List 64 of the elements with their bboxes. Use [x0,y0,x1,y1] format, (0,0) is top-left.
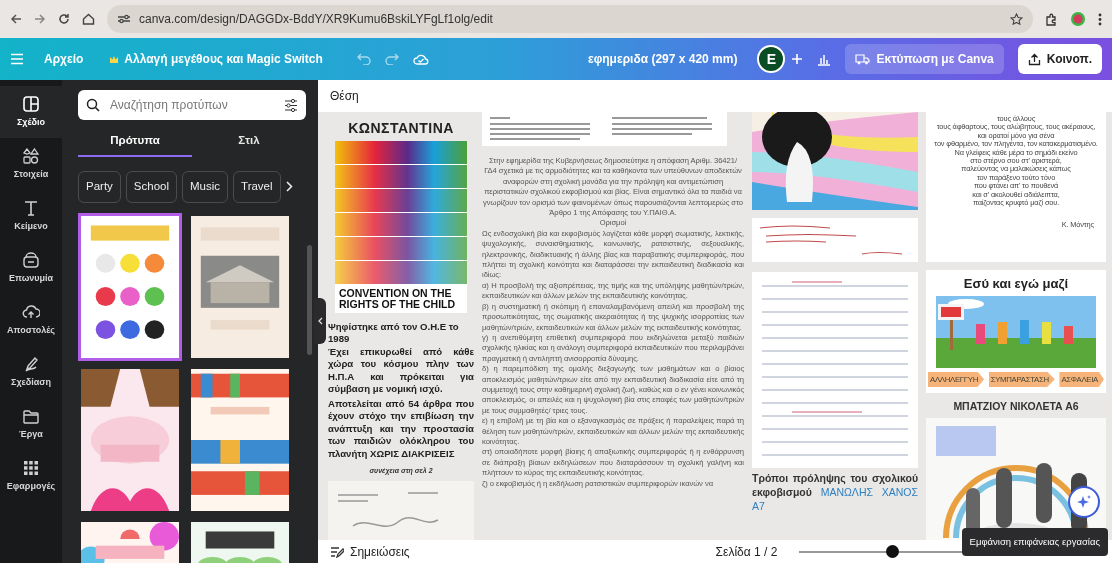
tooltip: Εμφάνιση επιφάνειας εργασίας [961,527,1108,556]
back-icon[interactable] [10,13,22,25]
sidebar-item[interactable]: Στοιχεία [0,138,62,190]
category-chip[interactable]: Travel [233,171,281,203]
sidebar-item[interactable]: Έργα [0,398,62,450]
category-chip[interactable]: Music [182,171,229,203]
notes-icon [330,545,344,558]
paragraph: Ψηφίστηκε από τον Ο.Η.Ε το 1989 [328,321,460,346]
menu-icon[interactable] [1098,12,1102,26]
sidebar-item[interactable]: Αποστολές [0,294,62,346]
panel-tab[interactable]: Στιλ [192,128,306,158]
collapse-panel-handle[interactable] [314,298,326,344]
search-bar[interactable]: Αναζήτηση προτύπων [78,90,306,120]
bookmark-star-icon[interactable] [1010,12,1023,26]
design-title[interactable]: εφημεριδα (297 x 420 mm) [582,46,744,72]
page-heading: ΚΩΝΣΤΑΝΤΙΝΑ [348,119,454,138]
page-indicator[interactable]: Σελίδα 1 / 2 [715,542,778,561]
paragraph: Αποτελείται από 54 άρθρα που έχουν στόχο την επιβίωση την ανάπτυξη και την προστασία των παιδιών ολόκληρου του πλανήτη ΧΩΡΙΣ ΔΙΑΚΡΙΣΕΙΣ [328,397,474,461]
brand-kit-icon [22,250,40,269]
forward-icon[interactable] [34,13,46,25]
crown-icon [109,54,120,64]
search-input[interactable]: Αναζήτηση προτύπων [108,95,276,115]
sidebar-item[interactable]: Επωνυμία [0,242,62,294]
slider-thumb[interactable] [886,545,900,558]
poster-title: Εσύ και εγώ μαζί [962,275,1070,293]
address-bar[interactable]: canva.com/design/DAGGDx-BddY/XR9Kumu6BskiLYFgLf1olg/edit [107,5,1033,33]
profile-icon[interactable] [1070,11,1086,27]
text-icon [22,198,40,217]
layout-icon [22,94,40,113]
upload-icon [22,302,40,321]
notes-button[interactable]: Σημειώσεις [330,542,410,561]
sidebar-item[interactable]: Εφαρμογές [0,450,62,502]
print-button[interactable]: Εκτύπωση με Canva [845,44,1004,74]
add-icon[interactable] [791,53,804,65]
site-settings-icon[interactable] [117,14,131,24]
poster-caption: CONVENTION ON THE RIGHTS OF THE CHILD [338,286,457,312]
article-title: Τρόποι πρόληψης του σχολικού εκφοβισμού ΜΑΝΩΛΗΣ ΧΑΝΟΣ Α7 [752,471,918,514]
chevron-left-icon [317,317,323,325]
apps-icon [22,458,40,477]
cloud-check-icon[interactable] [412,52,429,66]
reload-icon[interactable] [58,13,70,25]
panel-tab[interactable]: Πρότυπα [78,128,192,158]
bar-chart-icon[interactable] [817,52,832,66]
filter-icon[interactable] [284,98,298,112]
sparkle-icon [1076,494,1092,510]
chevron-right-icon[interactable] [285,181,293,193]
category-chip[interactable]: Party [78,171,121,203]
shapes-icon [22,146,40,165]
share-icon [1027,52,1041,66]
search-icon [86,98,100,112]
extensions-icon[interactable] [1045,12,1058,26]
scrollbar[interactable] [307,245,312,355]
share-button[interactable]: Κοινοπ. [1017,44,1102,74]
category-chip[interactable]: School [125,171,177,203]
paragraph: Έχει επικυρωθεί από κάθε χώρα του κόσμου πλην των Η.Π.Α και πρόκειται για σύμβαση με νομική ισχύ. [328,345,474,396]
url-text: canva.com/design/DAGGDx-BddY/XR9Kumu6BskiLYFgLf1olg/edit [139,11,493,28]
home-icon[interactable] [82,13,95,25]
drawing-author: ΜΠΑΤΖΙΟΥ ΝΙΚΟΛΕΤΑ Α6 [952,399,1080,415]
sidebar-item[interactable]: Σχέδιο [0,86,62,138]
sidebar-item[interactable]: Σχεδίαση [0,346,62,398]
sidebar-item[interactable]: Κείμενο [0,190,62,242]
truck-icon [855,53,871,65]
user-avatar[interactable]: E [757,45,786,73]
position-label[interactable]: Θέση [330,87,359,105]
